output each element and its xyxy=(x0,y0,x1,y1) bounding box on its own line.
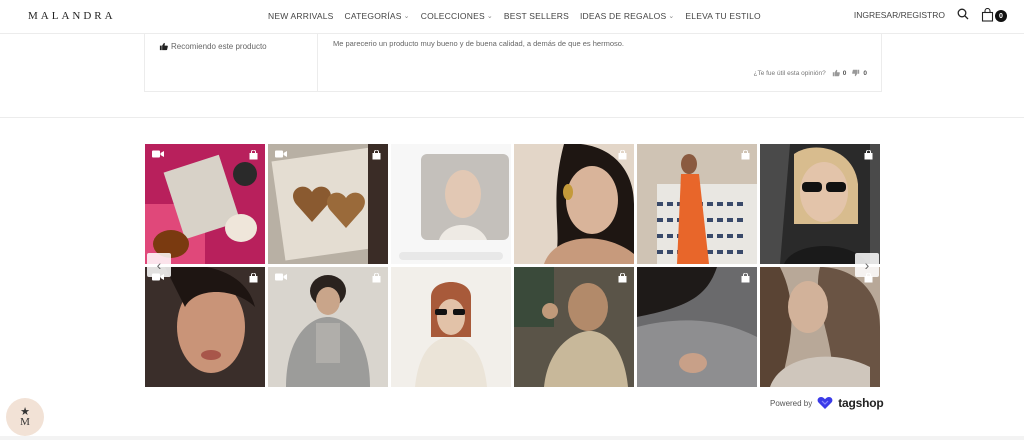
gallery-tile-6[interactable] xyxy=(760,144,880,264)
nav-label: BEST SELLERS xyxy=(503,11,569,21)
shopping-bag-icon xyxy=(372,273,381,283)
brand-logo[interactable]: MALANDRA xyxy=(28,10,116,22)
gallery-tile-2[interactable] xyxy=(268,144,388,264)
shopping-bag-icon xyxy=(864,150,873,160)
header-actions: INGRESAR/REGISTRO 0 xyxy=(854,8,1007,22)
star-icon: ★ xyxy=(20,405,30,418)
thumbs-down-icon xyxy=(852,69,860,77)
powered-by-label: Powered by xyxy=(770,398,813,408)
nav-label: NEW ARRIVALS xyxy=(268,11,334,21)
recommend-label: Recomiendo este producto xyxy=(171,42,267,51)
helpful-no-button[interactable]: 0 xyxy=(852,69,867,77)
nav-item-eleva-tu-estilo[interactable]: ELEVA TU ESTILO xyxy=(685,11,760,21)
nav-item-ideas-de-regalos[interactable]: IDEAS DE REGALOS ⌄ xyxy=(580,11,674,21)
nav-item-new-arrivals[interactable]: NEW ARRIVALS xyxy=(268,11,334,21)
nav-item-categorias[interactable]: CATEGORÍAS ⌄ xyxy=(345,11,410,21)
video-icon xyxy=(275,273,287,281)
section-divider xyxy=(0,117,1024,118)
store-badge-button[interactable]: ★ M xyxy=(6,398,44,436)
bag-icon xyxy=(981,8,994,22)
thumbs-up-icon xyxy=(159,42,168,51)
gallery-prev-button[interactable]: ‹ xyxy=(147,253,171,277)
helpful-yes-button[interactable]: 0 xyxy=(832,69,847,77)
ugc-gallery xyxy=(145,144,881,387)
review-body: Me parecerio un producto muy bueno y de … xyxy=(333,39,625,48)
gallery-tile-3[interactable] xyxy=(391,144,511,264)
chevron-down-icon: ⌄ xyxy=(668,13,675,20)
gallery-tile-7[interactable] xyxy=(145,267,265,387)
gallery-tile-8[interactable] xyxy=(268,267,388,387)
gallery-next-button[interactable]: › xyxy=(855,253,879,277)
badge-monogram: M xyxy=(20,415,30,428)
video-icon xyxy=(275,150,287,158)
review-helpful: ¿Te fue útil esta opinión? 0 0 xyxy=(753,69,867,77)
chevron-down-icon: ⌄ xyxy=(403,13,410,20)
shopping-bag-icon xyxy=(741,150,750,160)
powered-by: Powered by tagshop xyxy=(770,396,884,410)
recommend-indicator: Recomiendo este producto xyxy=(159,42,267,51)
review-card: Recomiendo este producto Me parecerio un… xyxy=(144,34,882,92)
helpful-label: ¿Te fue útil esta opinión? xyxy=(753,69,826,77)
gallery-tile-10[interactable] xyxy=(514,267,634,387)
tagshop-brand[interactable]: tagshop xyxy=(838,396,883,410)
helpful-yes-count: 0 xyxy=(842,69,847,77)
shopping-bag-icon xyxy=(741,273,750,283)
review-meta: Recomiendo este producto xyxy=(145,34,318,92)
gallery-tile-12[interactable] xyxy=(760,267,880,387)
site-header: MALANDRA NEW ARRIVALS CATEGORÍAS ⌄ COLECC… xyxy=(0,0,1024,34)
nav-label: COLECCIONES xyxy=(420,11,485,21)
chevron-down-icon: ⌄ xyxy=(486,13,493,20)
cart-count-badge: 0 xyxy=(995,10,1007,22)
helpful-no-count: 0 xyxy=(863,69,867,77)
nav-label: CATEGORÍAS xyxy=(344,11,402,21)
shopping-bag-icon xyxy=(249,273,258,283)
gallery-tile-1[interactable] xyxy=(145,144,265,264)
footer-edge xyxy=(0,436,1024,440)
gallery-tile-9[interactable] xyxy=(391,267,511,387)
nav-label: ELEVA TU ESTILO xyxy=(685,11,761,21)
shopping-bag-icon xyxy=(618,273,627,283)
shopping-bag-icon xyxy=(372,150,381,160)
thumbs-up-icon xyxy=(832,69,840,77)
shopping-bag-icon xyxy=(249,150,258,160)
gallery-tile-11[interactable] xyxy=(637,267,757,387)
shopping-bag-icon xyxy=(618,150,627,160)
cart-button[interactable]: 0 xyxy=(981,8,1007,22)
gallery-tile-5[interactable] xyxy=(637,144,757,264)
tagshop-heart-icon xyxy=(817,397,833,409)
login-link[interactable]: INGRESAR/REGISTRO xyxy=(854,10,945,20)
chevron-left-icon: ‹ xyxy=(156,257,162,273)
search-icon[interactable] xyxy=(957,8,969,22)
chevron-right-icon: › xyxy=(864,257,870,273)
main-nav: NEW ARRIVALS CATEGORÍAS ⌄ COLECCIONES ⌄ BE… xyxy=(268,11,761,21)
nav-item-colecciones[interactable]: COLECCIONES ⌄ xyxy=(421,11,493,21)
nav-label: IDEAS DE REGALOS xyxy=(579,11,667,21)
video-icon xyxy=(152,150,164,158)
nav-item-best-sellers[interactable]: BEST SELLERS xyxy=(504,11,569,21)
gallery-tile-4[interactable] xyxy=(514,144,634,264)
